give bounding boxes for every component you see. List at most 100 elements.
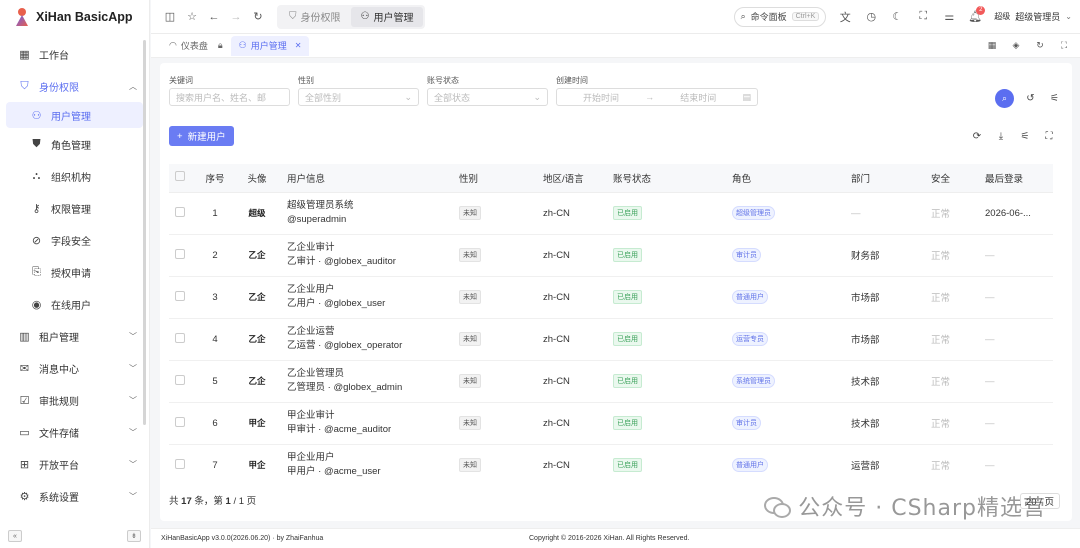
column-header[interactable]: 性别	[453, 164, 537, 193]
table-row[interactable]: 6 甲企 甲企业审计 甲审计 · @acme_auditor 未知 zh-CN 已启用 审计员…	[169, 402, 1053, 445]
user-menu[interactable]: 超级 超级管理员 ⌄	[994, 10, 1072, 23]
table-row[interactable]: 4 乙企 乙企业运营 乙运营 · @globex_operator 未知 zh-CN 已启用…	[169, 318, 1053, 361]
last-login-cell: —	[979, 360, 1053, 403]
checkbox[interactable]	[175, 416, 185, 427]
table-body: 1 超级 超级管理员系统 @superadmin 未知 zh-CN 已启用 超级管理员 — 正常 2…	[169, 192, 1053, 486]
logo-icon	[16, 8, 28, 26]
row-index: 5	[197, 360, 233, 403]
column-header[interactable]: 用户信息	[281, 164, 399, 193]
command-palette-button[interactable]: ⌕ 命令面板 Ctrl+K	[733, 6, 827, 27]
back-arrow-icon[interactable]: ←	[203, 6, 225, 28]
dark-mode-icon[interactable]: ☾	[886, 6, 908, 28]
collapse-sidebar-icon[interactable]: «	[8, 530, 22, 542]
user-display-name: 乙企业用户	[287, 284, 335, 295]
table-row[interactable]: 1 超级 超级管理员系统 @superadmin 未知 zh-CN 已启用 超级管理员 — 正常 2…	[169, 192, 1053, 235]
add-user-button[interactable]: + 新建用户	[169, 126, 234, 146]
sidebar-item-0[interactable]: ▦ 工作台	[0, 38, 149, 70]
sidebar-subitem-5[interactable]: ⎘ 授权申请	[0, 256, 149, 288]
checkbox[interactable]	[175, 171, 185, 182]
notification-bell-icon[interactable]: 🔔︎ 2	[964, 5, 986, 28]
avatar: 甲企	[233, 402, 281, 445]
table-row[interactable]: 3 乙企 乙企业用户 乙用户 · @globex_user 未知 zh-CN 已启用 普通用户…	[169, 276, 1053, 319]
fullscreen-table-icon[interactable]: ⛶	[1040, 127, 1058, 145]
sidebar-item-1[interactable]: ⛉ 身份权限 ︿	[0, 70, 149, 102]
column-header[interactable]: 角色	[726, 164, 845, 193]
maximize-icon[interactable]: ⛶	[1054, 36, 1074, 56]
gender-cell: 未知	[453, 402, 537, 445]
search-button[interactable]: ⌕	[995, 89, 1014, 108]
checkbox[interactable]	[175, 206, 185, 217]
sidebar-subitem-0[interactable]: ⚇ 用户管理	[6, 102, 143, 128]
column-header[interactable]: 安全	[925, 164, 979, 193]
sidebar-scrollbar[interactable]	[143, 40, 146, 425]
row-checkbox-cell	[169, 318, 197, 361]
security-cell: 正常	[925, 360, 979, 403]
breadcrumb-current[interactable]: ⚇ 用户管理	[350, 6, 424, 27]
toggle-sidebar-icon[interactable]: ◫	[159, 6, 181, 28]
select-all-checkbox[interactable]	[169, 164, 197, 193]
checkbox[interactable]	[175, 248, 185, 259]
table-row[interactable]: 5 乙企 乙企业管理员 乙管理员 · @globex_admin 未知 zh-CN 已启用 系…	[169, 360, 1053, 403]
role-badge: 审计员	[732, 248, 761, 262]
favorite-star-icon[interactable]: ☆	[181, 6, 203, 28]
translate-icon[interactable]: 文	[834, 6, 856, 28]
reload-tab-icon[interactable]: ↻	[1030, 36, 1050, 56]
forward-arrow-icon[interactable]: →	[225, 6, 247, 28]
sidebar-subitem-1[interactable]: ⛊ 角色管理	[0, 128, 149, 160]
breadcrumb-item[interactable]: ⛉ 身份权限	[279, 7, 351, 27]
tab-dashboard[interactable]: ◠ 仪表盘 🔒︎	[161, 36, 231, 56]
checkbox[interactable]	[175, 458, 185, 469]
refresh-icon[interactable]: ↻	[247, 6, 269, 28]
sidebar-item-5[interactable]: ▭ 文件存储 ﹀	[0, 416, 149, 448]
tab-user-management[interactable]: ⚇ 用户管理 ✕	[230, 35, 310, 56]
reset-button[interactable]: ↺	[1021, 89, 1040, 108]
layers-icon[interactable]: ◈	[1006, 36, 1026, 56]
sidebar-subitem-2[interactable]: ⛬ 组织机构	[0, 160, 149, 192]
column-header[interactable]: 账号状态	[607, 164, 726, 193]
gender-select[interactable]: 全部性别 ⌄	[298, 88, 419, 106]
status-select[interactable]: 全部状态 ⌄	[427, 88, 548, 106]
sidebar-item-3[interactable]: ✉ 消息中心 ﹀	[0, 352, 149, 384]
sidebar-subitem-3[interactable]: ⚷ 权限管理	[0, 192, 149, 224]
pin-sidebar-icon[interactable]: ⇟	[127, 530, 141, 542]
sidebar-item-2[interactable]: ▥ 租户管理 ﹀	[0, 320, 149, 352]
status-badge: 已启用	[613, 374, 642, 388]
download-icon[interactable]: ⤓	[992, 127, 1010, 145]
column-header[interactable]: 序号	[197, 164, 233, 193]
user-display-name: 乙企业管理员	[287, 368, 345, 379]
column-settings-icon[interactable]: ⚟	[1016, 127, 1034, 145]
clock-icon[interactable]: ◷	[860, 6, 882, 28]
date-range-picker[interactable]: 开始时间 → 结束时间 ▤	[556, 88, 758, 106]
checkbox[interactable]	[175, 290, 185, 301]
table-row[interactable]: 7 甲企 甲企业用户 甲用户 · @acme_user 未知 zh-CN 已启用 普通用户 运营…	[169, 444, 1053, 486]
close-icon[interactable]: ✕	[295, 41, 302, 50]
keyword-input[interactable]: 搜索用户名、姓名、邮	[169, 88, 290, 106]
refresh-table-icon[interactable]: ⟳	[968, 127, 986, 145]
locale-cell: zh-CN	[537, 276, 607, 319]
status-cell: 已启用	[607, 192, 726, 235]
fullscreen-icon[interactable]: ⛶	[912, 6, 934, 28]
grid-view-icon[interactable]: ▦	[982, 36, 1002, 56]
sidebar-item-4[interactable]: ☑ 审批规则 ﹀	[0, 384, 149, 416]
filter-options-button[interactable]: ⚟	[1045, 89, 1064, 108]
app-logo[interactable]: XiHan BasicApp	[0, 0, 149, 34]
table-row[interactable]: 2 乙企 乙企业审计 乙审计 · @globex_auditor 未知 zh-CN 已启用 审…	[169, 234, 1053, 277]
column-header[interactable]: 头像	[233, 164, 281, 193]
department-cell: 财务部	[845, 234, 925, 277]
sidebar-item-7[interactable]: ⚙ 系统设置 ﹀	[0, 480, 149, 512]
security-cell: 正常	[925, 318, 979, 361]
checkbox[interactable]	[175, 374, 185, 385]
user-info: 乙企业管理员 乙管理员 · @globex_admin	[281, 360, 453, 403]
sidebar-item-6[interactable]: ⊞ 开放平台 ﹀	[0, 448, 149, 480]
start-date-input[interactable]: 开始时间	[583, 91, 619, 104]
column-header[interactable]: 最后登录	[979, 164, 1053, 193]
sidebar-item-label: 身份权限	[39, 82, 79, 94]
end-date-input[interactable]: 结束时间	[680, 91, 716, 104]
column-header[interactable]: 地区/语言	[537, 164, 607, 193]
settings-sliders-icon[interactable]: ⚌	[938, 6, 960, 28]
breadcrumb: ⛉ 身份权限 ⚇ 用户管理	[277, 4, 426, 29]
column-header[interactable]: 部门	[845, 164, 925, 193]
checkbox[interactable]	[175, 332, 185, 343]
sidebar-subitem-4[interactable]: ⊘ 字段安全	[0, 224, 149, 256]
sidebar-subitem-6[interactable]: ◉ 在线用户	[0, 288, 149, 320]
